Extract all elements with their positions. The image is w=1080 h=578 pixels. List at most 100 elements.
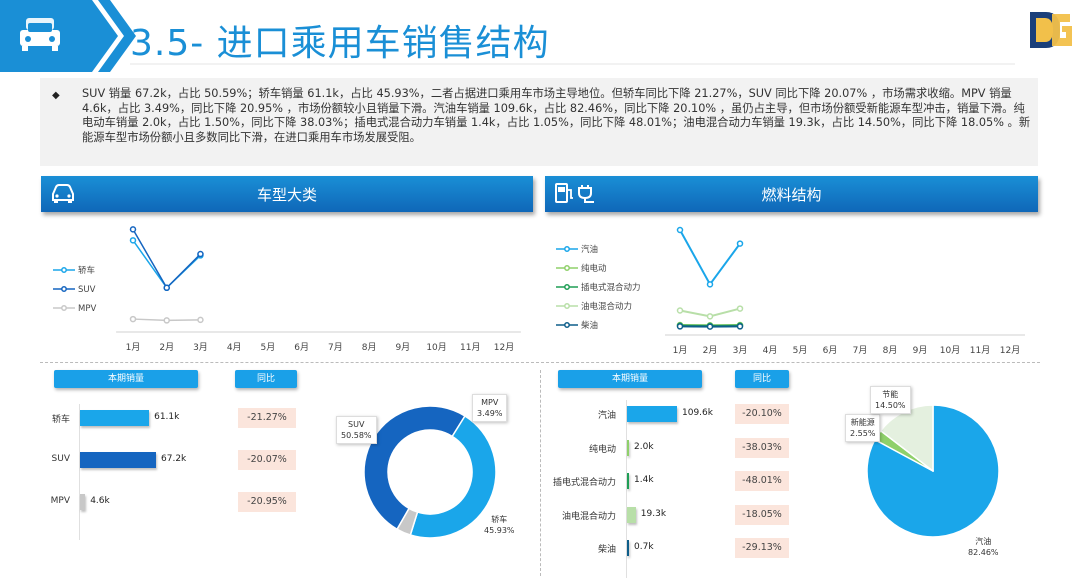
yoy-value: -38.03% xyxy=(735,437,789,458)
pie-label-value: 82.46% xyxy=(968,548,999,557)
legend-label: SUV xyxy=(78,285,96,295)
pie-label: SUV 50.58% xyxy=(336,416,377,444)
data-point xyxy=(706,281,714,288)
x-tick-label: 6月 xyxy=(294,342,309,353)
bar xyxy=(627,473,629,489)
legend-marker xyxy=(564,322,570,328)
data-point xyxy=(706,313,714,320)
x-tick-label: 4月 xyxy=(227,342,242,353)
pie-label-name: 新能源 xyxy=(850,418,875,427)
bar xyxy=(80,494,86,510)
yoy-value: -29.13% xyxy=(735,538,789,558)
section-title-vehicle: 车型大类 xyxy=(256,186,317,204)
x-tick-label: 5月 xyxy=(261,342,276,353)
pie-label-name: 汽油 xyxy=(975,537,992,546)
bar-value-label: 19.3k xyxy=(640,508,667,519)
data-point xyxy=(706,323,714,330)
fuel-bar-chart: 汽油 109.6k -20.10% 纯电动 2.0k -38.03% 插电式混合动力 1.4k… xyxy=(0,0,789,578)
legend-marker xyxy=(61,305,67,311)
x-tick-label: 4月 xyxy=(763,345,778,356)
x-tick-label: 5月 xyxy=(793,345,808,356)
x-tick-label: 11月 xyxy=(970,345,990,356)
yoy-value: -18.05% xyxy=(735,504,789,525)
x-tick-label: 12月 xyxy=(1000,345,1020,356)
bar xyxy=(627,540,629,556)
data-point xyxy=(129,226,137,233)
data-point xyxy=(736,323,744,330)
x-tick-label: 1月 xyxy=(673,345,688,356)
bar-category-label: SUV xyxy=(51,454,70,464)
bar xyxy=(627,506,636,523)
legend-label: 轿车 xyxy=(78,265,95,276)
bullet-icon: ◆ xyxy=(52,90,60,101)
fuel-yoy-header: 同比 xyxy=(735,370,789,388)
pie-label-name: MPV xyxy=(481,398,499,407)
x-tick-label: 10月 xyxy=(426,342,446,353)
vehicle-line-chart: 1月 2月 3月 4月 5月 6月 7月 8月 9月 10月 11月 12月 轿车 SUV MPV xyxy=(53,226,521,353)
fuel-line-chart: 1月 2月 3月 4月 5月 6月 7月 8月 9月 10月 11月 12月 汽油纯电动插电式混合动力油… xyxy=(556,226,1025,356)
vehicle-yoy-header: 同比 xyxy=(235,370,297,388)
bar-value-label: 2.0k xyxy=(634,441,654,452)
x-tick-label: 7月 xyxy=(853,345,868,356)
bar xyxy=(627,406,677,422)
legend-marker xyxy=(61,267,67,273)
cars-icon xyxy=(20,18,60,51)
x-tick-label: 9月 xyxy=(395,342,410,353)
bar-value-label: 67.2k xyxy=(161,454,187,464)
pie-label-name: 轿车 xyxy=(491,515,508,524)
bar-value-label: 4.6k xyxy=(90,496,110,506)
pie-label: MPV 3.49% xyxy=(472,394,508,422)
x-tick-label: 9月 xyxy=(913,345,928,356)
bar xyxy=(80,410,150,426)
pie-label: 轿车 45.93% xyxy=(484,514,515,536)
pie-label-value: 50.58% xyxy=(341,431,372,440)
legend-marker xyxy=(564,303,570,309)
x-tick-label: 11月 xyxy=(460,342,480,353)
x-tick-label: 2月 xyxy=(159,342,174,353)
pie-label-value: 2.55% xyxy=(850,429,876,438)
x-tick-label: 7月 xyxy=(328,342,343,353)
data-point xyxy=(676,226,684,234)
legend-marker xyxy=(564,246,570,252)
bar-category-label: 柴油 xyxy=(597,545,616,555)
legend-label: 柴油 xyxy=(581,320,598,331)
legend-label: 插电式混合动力 xyxy=(581,282,641,293)
data-point xyxy=(163,284,170,292)
bar-category-label: 插电式混合动力 xyxy=(552,478,616,488)
pie-label: 汽油 82.46% xyxy=(968,536,999,558)
x-tick-label: 12月 xyxy=(494,342,514,353)
bar-category-label: 轿车 xyxy=(51,415,70,425)
data-point xyxy=(197,250,204,258)
bar-value-label: 61.1k xyxy=(154,412,180,422)
yoy-value: -21.27% xyxy=(238,408,296,428)
bar xyxy=(80,452,156,468)
legend-label: 汽油 xyxy=(581,244,598,255)
yoy-value: -20.95% xyxy=(238,492,296,512)
x-tick-label: 8月 xyxy=(883,345,898,356)
series-line xyxy=(132,228,201,290)
pie-label: 新能源 2.55% xyxy=(845,414,881,442)
yoy-value: -20.07% xyxy=(238,450,296,470)
bar-value-label: 0.7k xyxy=(634,542,654,552)
pie-label-value: 3.49% xyxy=(477,409,503,418)
data-point xyxy=(676,307,684,314)
bar-category-label: MPV xyxy=(50,496,70,506)
bar-value-label: 109.6k xyxy=(682,408,713,418)
pie-label: 节能 14.50% xyxy=(870,386,911,414)
legend-label: MPV xyxy=(78,304,96,314)
x-tick-label: 3月 xyxy=(193,342,208,353)
x-tick-label: 3月 xyxy=(733,345,748,356)
bar-category-label: 汽油 xyxy=(597,411,616,421)
summary-text: SUV 销量 67.2k，占比 50.59%；轿车销量 61.1k，占比 45.… xyxy=(82,87,1031,144)
section-title-fuel: 燃料结构 xyxy=(761,186,822,204)
data-point xyxy=(676,323,684,330)
page-title: 3.5- 进口乘用车销售结构 xyxy=(130,23,550,64)
data-point xyxy=(197,316,204,324)
brand-logo xyxy=(1030,12,1072,48)
legend-marker xyxy=(564,265,570,271)
x-tick-label: 1月 xyxy=(126,342,141,353)
legend-marker xyxy=(61,286,67,292)
yoy-value: -20.10% xyxy=(735,404,789,424)
bar xyxy=(627,439,629,456)
fuel-current-header: 本期销量 xyxy=(558,370,702,388)
